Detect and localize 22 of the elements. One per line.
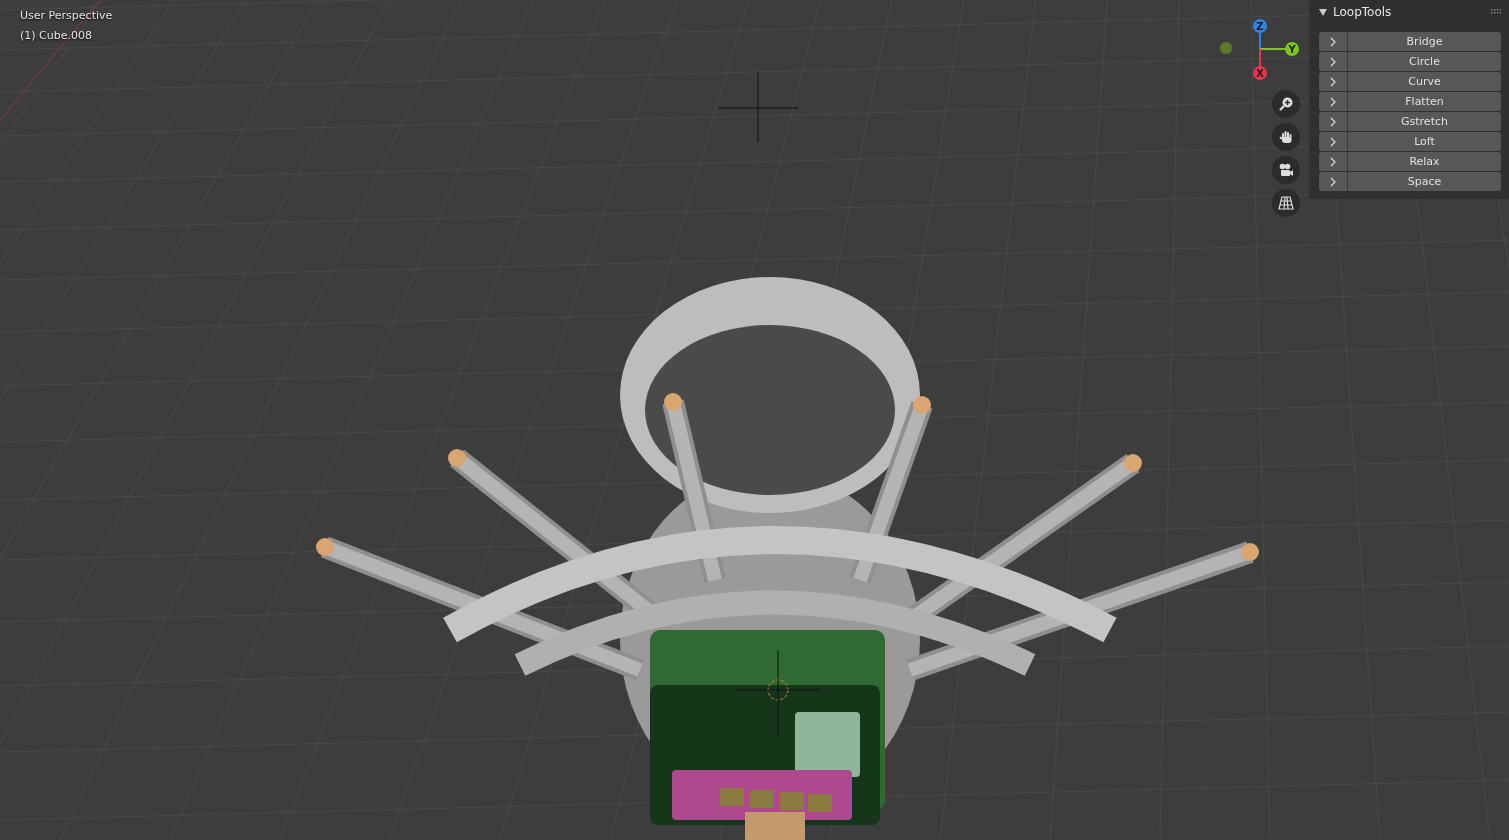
expand-triangle-icon[interactable] — [1319, 8, 1327, 16]
tool-row-button[interactable]: Curve — [1319, 72, 1501, 91]
tool-row-button[interactable]: Loft — [1319, 132, 1501, 151]
drag-grip-icon[interactable] — [1491, 9, 1501, 15]
tool-row-button[interactable]: Space — [1319, 172, 1501, 191]
tool-row-button[interactable]: Circle — [1319, 52, 1501, 71]
axis-gizmo[interactable]: Z Y X — [1212, 16, 1312, 86]
grid-view-icon[interactable] — [1272, 189, 1300, 217]
axis-label: Z — [1256, 20, 1264, 32]
camera-icon[interactable] — [1272, 156, 1300, 184]
tool-row-button[interactable]: Gstretch — [1319, 112, 1501, 131]
zoom-icon[interactable] — [1272, 90, 1300, 118]
axis-label: Y — [1288, 43, 1296, 55]
object-name: (1) Cube.008 — [20, 28, 93, 44]
tool-row-button[interactable]: Relax — [1319, 152, 1501, 171]
tool-row-button[interactable]: Flatten — [1319, 92, 1501, 111]
view-name: User Perspective — [20, 8, 113, 24]
panel-title[interactable]: LoopTools — [1333, 5, 1485, 19]
3d-cursor-icon — [717, 71, 799, 143]
axis-label: X — [1256, 67, 1264, 79]
tool-row-button[interactable]: Bridge — [1319, 32, 1501, 51]
hand-icon[interactable] — [1272, 123, 1300, 151]
